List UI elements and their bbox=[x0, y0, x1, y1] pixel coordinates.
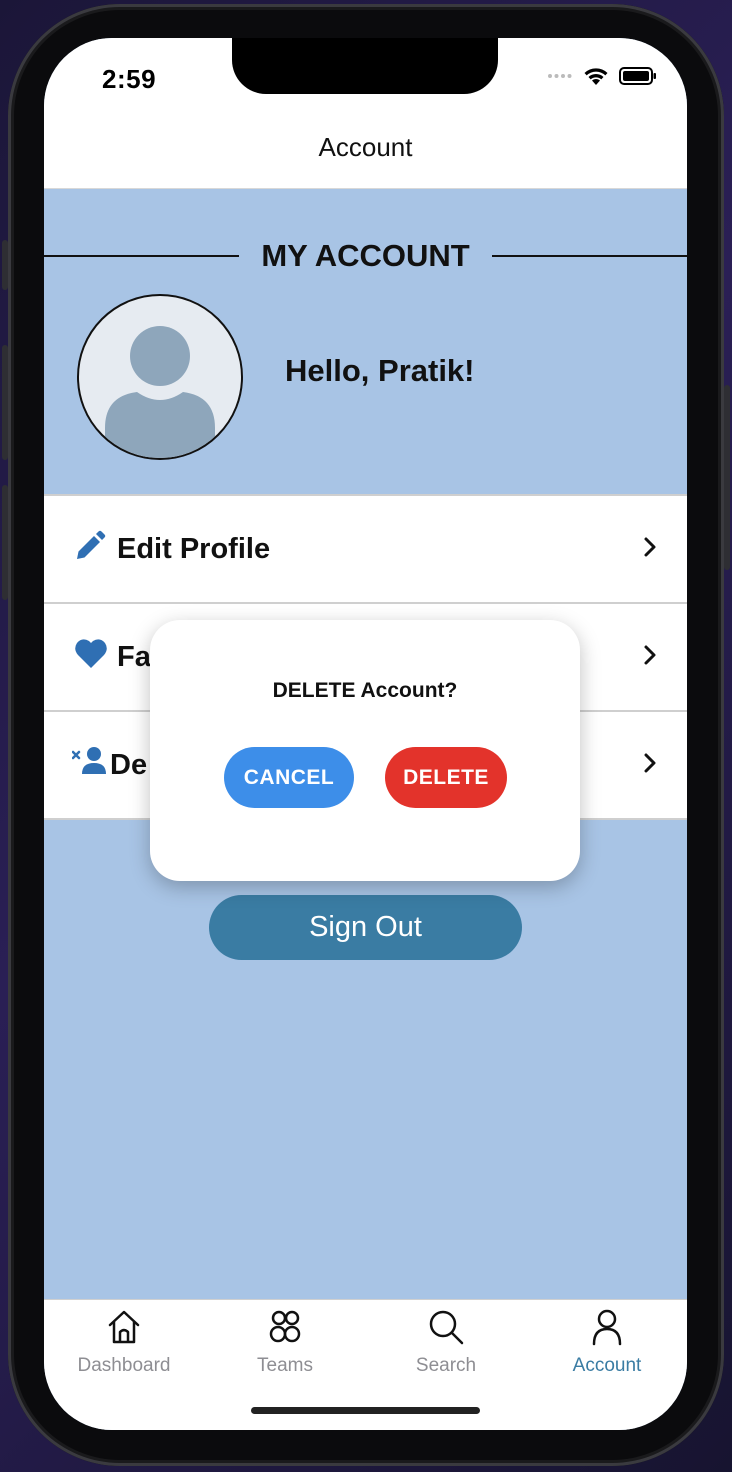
home-icon bbox=[108, 1310, 140, 1344]
my-account-heading: MY ACCOUNT bbox=[44, 238, 687, 274]
nav-title: Account bbox=[318, 132, 413, 162]
menu-item-label: Edit Profile bbox=[117, 532, 271, 565]
menu-item-edit-profile[interactable]: Edit Profile bbox=[44, 494, 687, 602]
delete-account-dialog: DELETE Account? CANCEL DELETE bbox=[150, 620, 580, 881]
tab-label: Account bbox=[572, 1355, 642, 1376]
menu-item-label: Fa bbox=[117, 640, 151, 673]
cancel-button[interactable]: CANCEL bbox=[224, 747, 354, 808]
pencil-icon bbox=[77, 530, 106, 559]
silent-switch bbox=[2, 240, 8, 290]
menu-item-label: De bbox=[110, 748, 148, 781]
tab-dashboard[interactable]: Dashboard bbox=[54, 1308, 194, 1377]
notch bbox=[232, 38, 498, 94]
delete-button[interactable]: DELETE bbox=[385, 747, 507, 808]
heading-divider-left bbox=[44, 255, 240, 257]
search-icon bbox=[429, 1310, 464, 1345]
dialog-title: DELETE Account? bbox=[272, 679, 458, 702]
tab-label: Dashboard bbox=[77, 1355, 171, 1376]
chevron-right-icon bbox=[644, 645, 656, 665]
greeting-text: Hello, Pratik! bbox=[285, 353, 475, 388]
volume-down-button bbox=[2, 485, 8, 600]
avatar[interactable] bbox=[77, 294, 243, 460]
chevron-right-icon bbox=[644, 537, 656, 557]
heading-divider-right bbox=[491, 255, 687, 257]
app-screen: 2:59 Account MY ACCOUNT Hello, Pratik! E… bbox=[44, 38, 687, 1430]
remove-user-icon bbox=[72, 747, 106, 774]
home-indicator[interactable] bbox=[251, 1407, 480, 1414]
wifi-icon bbox=[584, 68, 608, 85]
heart-icon bbox=[75, 639, 107, 668]
sign-out-button[interactable]: Sign Out bbox=[209, 895, 522, 960]
volume-up-button bbox=[2, 345, 8, 460]
chevron-right-icon bbox=[644, 753, 656, 773]
default-avatar-icon bbox=[105, 326, 215, 458]
battery-icon bbox=[619, 67, 656, 85]
tab-account[interactable]: Account bbox=[537, 1308, 677, 1377]
teams-icon bbox=[269, 1310, 301, 1343]
heading-label: MY ACCOUNT bbox=[261, 238, 470, 273]
tab-label: Teams bbox=[257, 1355, 313, 1376]
status-time: 2:59 bbox=[102, 64, 157, 94]
tab-label: Search bbox=[415, 1355, 477, 1376]
cellular-signal-icon bbox=[548, 74, 572, 78]
status-indicators bbox=[547, 66, 657, 86]
tab-teams[interactable]: Teams bbox=[215, 1308, 355, 1377]
power-button bbox=[724, 385, 730, 570]
tab-search[interactable]: Search bbox=[376, 1308, 516, 1377]
account-icon bbox=[592, 1309, 622, 1346]
